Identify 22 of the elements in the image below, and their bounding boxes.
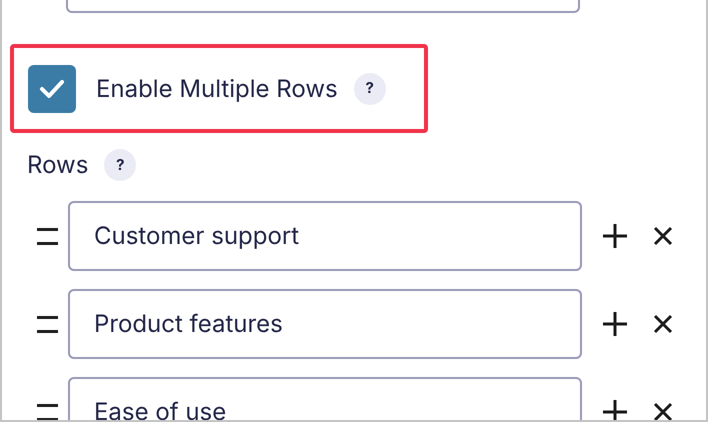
input-field[interactable]	[66, 0, 580, 13]
add-button[interactable]	[600, 309, 630, 339]
add-button[interactable]	[600, 221, 630, 251]
drag-handle-icon[interactable]	[37, 316, 58, 332]
plus-icon	[602, 399, 628, 420]
row-input[interactable]: Ease of use	[68, 377, 582, 420]
plus-icon	[602, 223, 628, 249]
plus-icon	[602, 311, 628, 337]
checkbox[interactable]	[28, 64, 76, 112]
row-input[interactable]: Product features	[68, 289, 582, 359]
close-icon	[653, 226, 673, 246]
drag-handle-icon[interactable]	[37, 404, 58, 420]
add-button[interactable]	[600, 397, 630, 420]
section-label: Rows	[27, 149, 88, 181]
help-badge[interactable]: ?	[354, 72, 386, 104]
close-icon	[653, 402, 673, 420]
check-icon	[39, 78, 65, 98]
row-input[interactable]: Customer support	[68, 201, 582, 271]
drag-handle-icon[interactable]	[37, 228, 58, 244]
close-icon	[653, 314, 673, 334]
help-badge[interactable]: ?	[104, 149, 136, 181]
checkbox-label: Enable Multiple Rows	[96, 72, 338, 104]
